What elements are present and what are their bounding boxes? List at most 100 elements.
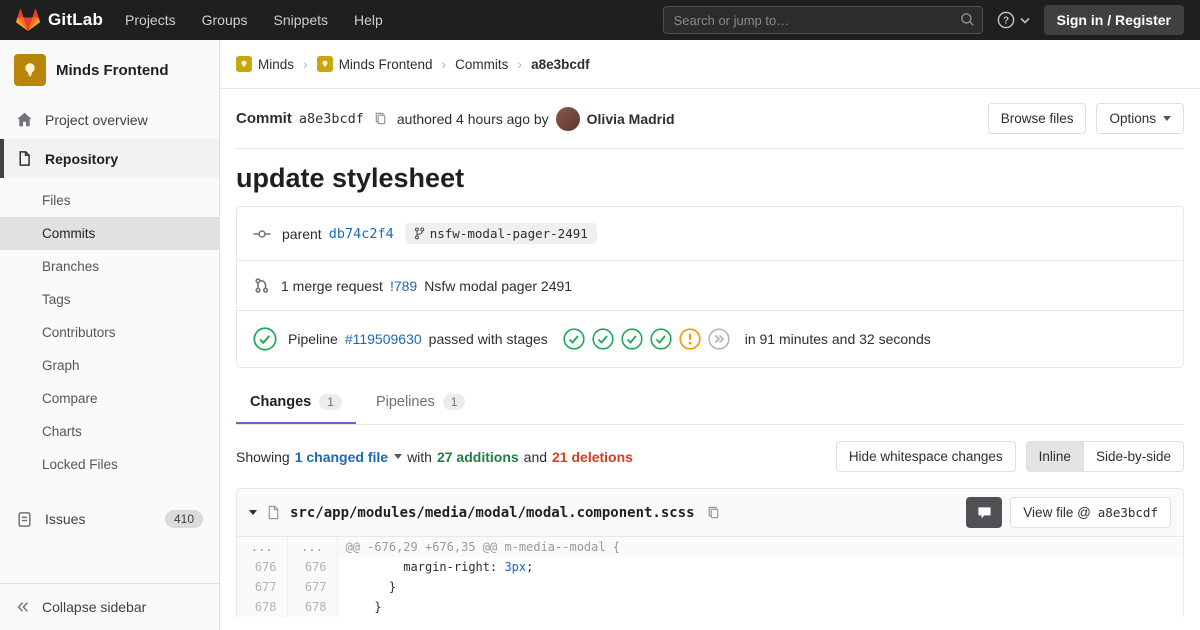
pipeline-row: Pipeline #119509630 passed with stages — [237, 310, 1183, 367]
merge-request-title: Nsfw modal pager 2491 — [424, 278, 572, 294]
toggle-comments-button[interactable] — [966, 497, 1002, 528]
branch-ref-pill[interactable]: nsfw-modal-pager-2491 — [405, 223, 597, 244]
svg-text:?: ? — [1003, 16, 1009, 27]
pipeline-status-icon[interactable] — [253, 327, 277, 351]
authored-text: authored 4 hours ago by — [397, 111, 549, 127]
code-text: } — [346, 600, 382, 614]
copy-sha-button[interactable] — [373, 111, 388, 126]
nav-projects[interactable]: Projects — [125, 12, 176, 28]
breadcrumb-project[interactable]: Minds Frontend — [317, 56, 433, 72]
options-label: Options — [1109, 111, 1156, 126]
new-line-number: ... — [287, 537, 337, 557]
browse-files-button[interactable]: Browse files — [988, 103, 1087, 134]
hide-whitespace-button[interactable]: Hide whitespace changes — [836, 441, 1016, 472]
sidebar-item-project-overview[interactable]: Project overview — [0, 100, 219, 139]
parent-commit-row: parent db74c2f4 nsfw-modal-pager-2491 — [237, 207, 1183, 260]
chevron-down-icon — [1020, 17, 1030, 24]
search-input[interactable] — [663, 6, 983, 34]
code-text: margin-right: — [346, 560, 505, 574]
code-value: 3px — [504, 560, 526, 574]
parent-sha-link[interactable]: db74c2f4 — [329, 226, 394, 242]
diff-view-toggle: Inline Side-by-side — [1026, 441, 1184, 472]
project-header[interactable]: Minds Frontend — [0, 40, 219, 100]
diff-stats: Showing 1 changed file with 27 additions… — [236, 449, 633, 465]
main-content: Minds › Minds Frontend › Commits › a8e3b… — [220, 40, 1200, 630]
file-icon — [266, 505, 281, 520]
tab-pipelines[interactable]: Pipelines 1 — [362, 382, 480, 424]
sidebar-item-label: Project overview — [45, 112, 148, 128]
sidebar-subitem-contributors[interactable]: Contributors — [0, 316, 219, 349]
comment-icon — [977, 506, 992, 520]
sidebar-subitem-branches[interactable]: Branches — [0, 250, 219, 283]
collapse-diff-caret-icon[interactable] — [249, 510, 257, 515]
changed-files-label: 1 changed file — [295, 449, 388, 465]
options-dropdown-button[interactable]: Options — [1096, 103, 1184, 134]
changed-files-dropdown[interactable]: 1 changed file — [295, 449, 402, 465]
brand-text: GitLab — [48, 10, 103, 30]
merge-request-ref-link[interactable]: !789 — [390, 278, 417, 294]
stage-success-icon[interactable] — [592, 328, 614, 350]
breadcrumb-group[interactable]: Minds — [236, 56, 294, 72]
stage-success-icon[interactable] — [650, 328, 672, 350]
stage-warning-icon[interactable] — [679, 328, 701, 350]
tab-bar: Changes 1 Pipelines 1 — [236, 382, 1184, 425]
breadcrumb-project-label: Minds Frontend — [339, 57, 433, 72]
pipeline-label: Pipeline — [288, 331, 338, 347]
inline-view-button[interactable]: Inline — [1026, 441, 1084, 472]
stage-success-icon[interactable] — [621, 328, 643, 350]
tab-changes-label: Changes — [250, 394, 311, 410]
repository-icon — [16, 150, 33, 167]
sidebar-item-issues[interactable]: Issues 410 — [0, 499, 219, 539]
stage-success-icon[interactable] — [563, 328, 585, 350]
sidebar-item-label: Issues — [45, 511, 85, 527]
side-by-side-view-button[interactable]: Side-by-side — [1084, 441, 1184, 472]
sidebar-subitem-files[interactable]: Files — [0, 184, 219, 217]
group-avatar — [236, 56, 252, 72]
issues-icon — [16, 511, 33, 528]
view-file-sha: a8e3bcdf — [1098, 505, 1158, 520]
new-line-number[interactable]: 676 — [287, 557, 337, 577]
diff-file-header: src/app/modules/media/modal/modal.compon… — [237, 489, 1183, 537]
breadcrumb-group-label: Minds — [258, 57, 294, 72]
stage-skipped-icon[interactable] — [708, 328, 730, 350]
pipeline-id-link[interactable]: #119509630 — [345, 331, 422, 347]
collapse-sidebar-button[interactable]: Collapse sidebar — [0, 583, 219, 630]
copy-file-path-button[interactable] — [706, 505, 721, 520]
sidebar-subitem-tags[interactable]: Tags — [0, 283, 219, 316]
nav-help[interactable]: Help — [354, 12, 383, 28]
breadcrumb: Minds › Minds Frontend › Commits › a8e3b… — [220, 40, 1200, 89]
sidebar-item-label: Repository — [45, 151, 118, 167]
gitlab-logo[interactable]: GitLab — [16, 8, 103, 32]
chevron-down-icon — [1163, 116, 1171, 121]
pipeline-duration: in 91 minutes and 32 seconds — [745, 331, 931, 347]
tab-changes[interactable]: Changes 1 — [236, 382, 356, 424]
sidebar-subitem-compare[interactable]: Compare — [0, 382, 219, 415]
tab-pipelines-label: Pipelines — [376, 394, 435, 410]
new-line-number[interactable]: 677 — [287, 577, 337, 597]
sign-in-button[interactable]: Sign in / Register — [1044, 5, 1184, 35]
sidebar-subitem-locked-files[interactable]: Locked Files — [0, 448, 219, 481]
breadcrumb-commits[interactable]: Commits — [455, 57, 508, 72]
sidebar-item-repository[interactable]: Repository — [0, 139, 219, 178]
branch-name: nsfw-modal-pager-2491 — [430, 226, 588, 241]
old-line-number[interactable]: 676 — [237, 557, 287, 577]
sidebar-subitem-charts[interactable]: Charts — [0, 415, 219, 448]
pipeline-status-text: passed with stages — [429, 331, 548, 347]
file-path[interactable]: src/app/modules/media/modal/modal.compon… — [290, 505, 695, 521]
nav-snippets[interactable]: Snippets — [274, 12, 328, 28]
author-avatar[interactable] — [556, 107, 580, 131]
new-line-number[interactable]: 678 — [287, 597, 337, 617]
breadcrumb-current: a8e3bcdf — [531, 57, 590, 72]
sidebar-subitem-commits[interactable]: Commits — [0, 217, 219, 250]
diff-line-row: 676 676 margin-right: 3px; — [237, 557, 1183, 577]
help-menu[interactable]: ? — [997, 11, 1030, 29]
search-icon[interactable] — [960, 12, 975, 30]
sidebar-subitem-graph[interactable]: Graph — [0, 349, 219, 382]
view-file-button[interactable]: View file @ a8e3bcdf — [1010, 497, 1171, 528]
home-icon — [16, 111, 33, 128]
old-line-number[interactable]: 677 — [237, 577, 287, 597]
author-name[interactable]: Olivia Madrid — [587, 111, 675, 127]
nav-groups[interactable]: Groups — [202, 12, 248, 28]
old-line-number[interactable]: 678 — [237, 597, 287, 617]
commit-meta-row: Commit a8e3bcdf authored 4 hours ago by … — [236, 89, 1184, 149]
